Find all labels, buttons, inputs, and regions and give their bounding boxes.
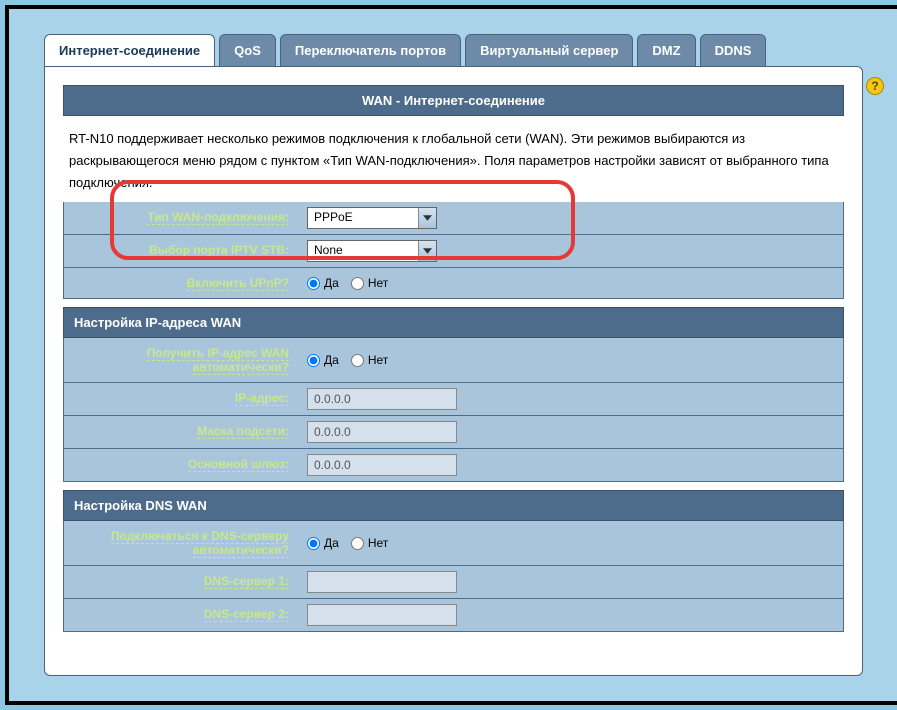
dns2-label: DNS-сервер 2: <box>64 599 299 631</box>
settings-panel: ? WAN - Интернет-соединение RT-N10 подде… <box>44 66 863 676</box>
dns-auto-no-label: Нет <box>368 536 388 550</box>
help-icon[interactable]: ? <box>866 77 884 95</box>
dns-auto-no-radio[interactable] <box>351 537 364 550</box>
dns2-input[interactable] <box>307 604 457 626</box>
subnet-mask-input[interactable] <box>307 421 457 443</box>
dns-auto-radio-group: Да Нет <box>307 536 388 550</box>
tab-virtual-server[interactable]: Виртуальный сервер <box>465 34 633 66</box>
wan-basic-section: Тип WAN-подключения: PPPoE Выбор порта I… <box>63 202 844 299</box>
subnet-mask-label: Маска подсети: <box>64 416 299 448</box>
wan-ip-auto-yes-label: Да <box>324 353 339 367</box>
wan-ip-auto-label: Получить IP-адрес WAN автоматически? <box>64 338 299 382</box>
dns-section-header: Настройка DNS WAN <box>63 490 844 521</box>
iptv-port-select[interactable]: None <box>307 240 437 262</box>
ip-address-label: IP-адрес: <box>64 383 299 415</box>
dns-auto-label: Подключаться к DNS-серверу автоматически… <box>64 521 299 565</box>
iptv-port-value: None <box>308 241 418 261</box>
wan-type-label: Тип WAN-подключения: <box>64 202 299 234</box>
gateway-label: Основной шлюз: <box>64 449 299 481</box>
dns1-label: DNS-сервер 1: <box>64 566 299 598</box>
tab-qos[interactable]: QoS <box>219 34 276 66</box>
upnp-no-radio[interactable] <box>351 277 364 290</box>
upnp-radio-group: Да Нет <box>307 276 388 290</box>
wan-ip-auto-no-radio[interactable] <box>351 354 364 367</box>
dns-section: Настройка DNS WAN Подключаться к DNS-сер… <box>63 490 844 632</box>
dns-auto-yes-radio[interactable] <box>307 537 320 550</box>
tab-internet-connection[interactable]: Интернет-соединение <box>44 34 215 66</box>
ip-address-input[interactable] <box>307 388 457 410</box>
chevron-down-icon <box>418 241 436 261</box>
upnp-label: Включить UPnP? <box>64 268 299 298</box>
wan-ip-section: Настройка IP-адреса WAN Получить IP-адре… <box>63 307 844 482</box>
tab-dmz[interactable]: DMZ <box>637 34 695 66</box>
wan-type-value: PPPoE <box>308 208 418 228</box>
iptv-port-label: Выбор порта IPTV STB: <box>64 235 299 267</box>
page-description: RT-N10 поддерживает несколько режимов по… <box>63 116 844 202</box>
upnp-no-label: Нет <box>368 276 388 290</box>
tab-bar: Интернет-соединение QoS Переключатель по… <box>44 34 863 66</box>
wan-type-select[interactable]: PPPoE <box>307 207 437 229</box>
dns1-input[interactable] <box>307 571 457 593</box>
router-admin-frame: Интернет-соединение QoS Переключатель по… <box>5 5 897 705</box>
wan-ip-auto-radio-group: Да Нет <box>307 353 388 367</box>
page-title: WAN - Интернет-соединение <box>63 85 844 116</box>
upnp-yes-label: Да <box>324 276 339 290</box>
tab-ddns[interactable]: DDNS <box>700 34 767 66</box>
wan-ip-auto-yes-radio[interactable] <box>307 354 320 367</box>
wan-ip-section-header: Настройка IP-адреса WAN <box>63 307 844 338</box>
chevron-down-icon <box>418 208 436 228</box>
upnp-yes-radio[interactable] <box>307 277 320 290</box>
gateway-input[interactable] <box>307 454 457 476</box>
dns-auto-yes-label: Да <box>324 536 339 550</box>
wan-ip-auto-no-label: Нет <box>368 353 388 367</box>
tab-port-trigger[interactable]: Переключатель портов <box>280 34 461 66</box>
